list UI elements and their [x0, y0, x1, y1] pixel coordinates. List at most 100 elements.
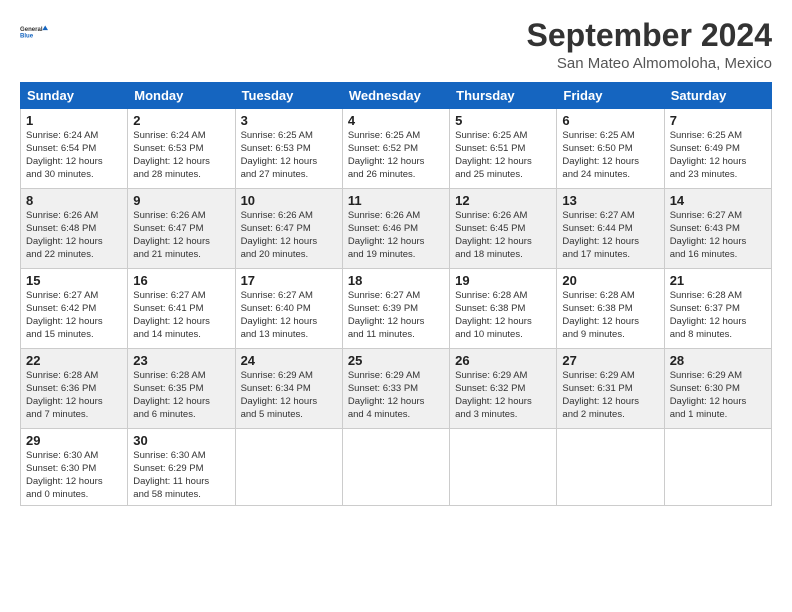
day-number: 22 [26, 353, 122, 368]
cell-content: Sunrise: 6:28 AM Sunset: 6:36 PM Dayligh… [26, 370, 122, 421]
cell-content: Sunrise: 6:27 AM Sunset: 6:41 PM Dayligh… [133, 290, 229, 341]
calendar-cell: 23 Sunrise: 6:28 AM Sunset: 6:35 PM Dayli… [128, 349, 235, 429]
calendar-week-2: 8 Sunrise: 6:26 AM Sunset: 6:48 PM Daylig… [21, 189, 772, 269]
calendar-cell: 8 Sunrise: 6:26 AM Sunset: 6:48 PM Daylig… [21, 189, 128, 269]
calendar-week-3: 15Sunrise: 6:27 AM Sunset: 6:42 PM Dayli… [21, 269, 772, 349]
day-number: 8 [26, 193, 122, 208]
day-number: 10 [241, 193, 337, 208]
header: GeneralBlue September 2024 San Mateo Alm… [20, 18, 772, 72]
calendar-cell: 10 Sunrise: 6:26 AM Sunset: 6:47 PM Dayli… [235, 189, 342, 269]
day-number: 23 [133, 353, 229, 368]
day-number: 30 [133, 433, 229, 448]
day-number: 2 [133, 113, 229, 128]
calendar-cell: 14Sunrise: 6:27 AM Sunset: 6:43 PM Dayli… [664, 189, 771, 269]
column-header-tuesday: Tuesday [235, 83, 342, 109]
cell-content: Sunrise: 6:29 AM Sunset: 6:33 PM Dayligh… [348, 370, 444, 421]
calendar-cell: 9 Sunrise: 6:26 AM Sunset: 6:47 PM Daylig… [128, 189, 235, 269]
calendar-cell: 11 Sunrise: 6:26 AM Sunset: 6:46 PM Dayli… [342, 189, 449, 269]
day-number: 16 [133, 273, 229, 288]
calendar-cell: 5 Sunrise: 6:25 AM Sunset: 6:51 PM Daylig… [450, 109, 557, 189]
page: GeneralBlue September 2024 San Mateo Alm… [0, 0, 792, 516]
calendar-cell: 19 Sunrise: 6:28 AM Sunset: 6:38 PM Dayli… [450, 269, 557, 349]
cell-content: Sunrise: 6:25 AM Sunset: 6:51 PM Dayligh… [455, 130, 551, 181]
cell-content: Sunrise: 6:26 AM Sunset: 6:47 PM Dayligh… [133, 210, 229, 261]
day-number: 29 [26, 433, 122, 448]
calendar-table: SundayMondayTuesdayWednesdayThursdayFrid… [20, 82, 772, 506]
cell-content: Sunrise: 6:29 AM Sunset: 6:30 PM Dayligh… [670, 370, 766, 421]
day-number: 19 [455, 273, 551, 288]
cell-content: Sunrise: 6:25 AM Sunset: 6:49 PM Dayligh… [670, 130, 766, 181]
cell-content: Sunrise: 6:27 AM Sunset: 6:39 PM Dayligh… [348, 290, 444, 341]
calendar-cell: 27Sunrise: 6:29 AM Sunset: 6:31 PM Dayli… [557, 349, 664, 429]
cell-content: Sunrise: 6:30 AM Sunset: 6:30 PM Dayligh… [26, 450, 122, 501]
day-number: 5 [455, 113, 551, 128]
cell-content: Sunrise: 6:28 AM Sunset: 6:38 PM Dayligh… [562, 290, 658, 341]
calendar-cell: 25 Sunrise: 6:29 AM Sunset: 6:33 PM Dayli… [342, 349, 449, 429]
cell-content: Sunrise: 6:25 AM Sunset: 6:53 PM Dayligh… [241, 130, 337, 181]
cell-content: Sunrise: 6:24 AM Sunset: 6:54 PM Dayligh… [26, 130, 122, 181]
subtitle: San Mateo Almomoloha, Mexico [527, 55, 772, 72]
day-number: 18 [348, 273, 444, 288]
calendar-cell: 1Sunrise: 6:24 AM Sunset: 6:54 PM Daylig… [21, 109, 128, 189]
cell-content: Sunrise: 6:27 AM Sunset: 6:44 PM Dayligh… [562, 210, 658, 261]
logo-icon: GeneralBlue [20, 18, 48, 46]
column-header-thursday: Thursday [450, 83, 557, 109]
calendar-cell: 29 Sunrise: 6:30 AM Sunset: 6:30 PM Dayli… [21, 429, 128, 506]
day-number: 26 [455, 353, 551, 368]
calendar-week-5: 29 Sunrise: 6:30 AM Sunset: 6:30 PM Dayli… [21, 429, 772, 506]
calendar-cell: 15Sunrise: 6:27 AM Sunset: 6:42 PM Dayli… [21, 269, 128, 349]
day-number: 13 [562, 193, 658, 208]
calendar-cell: 21Sunrise: 6:28 AM Sunset: 6:37 PM Dayli… [664, 269, 771, 349]
calendar-cell [664, 429, 771, 506]
day-number: 28 [670, 353, 766, 368]
cell-content: Sunrise: 6:26 AM Sunset: 6:47 PM Dayligh… [241, 210, 337, 261]
calendar-cell: 4 Sunrise: 6:25 AM Sunset: 6:52 PM Daylig… [342, 109, 449, 189]
day-number: 27 [562, 353, 658, 368]
cell-content: Sunrise: 6:27 AM Sunset: 6:40 PM Dayligh… [241, 290, 337, 341]
day-number: 11 [348, 193, 444, 208]
day-number: 25 [348, 353, 444, 368]
calendar-cell: 2Sunrise: 6:24 AM Sunset: 6:53 PM Daylig… [128, 109, 235, 189]
column-header-monday: Monday [128, 83, 235, 109]
day-number: 15 [26, 273, 122, 288]
calendar-cell: 6 Sunrise: 6:25 AM Sunset: 6:50 PM Daylig… [557, 109, 664, 189]
title-block: September 2024 San Mateo Almomoloha, Mex… [527, 18, 772, 72]
calendar-cell: 20Sunrise: 6:28 AM Sunset: 6:38 PM Dayli… [557, 269, 664, 349]
logo: GeneralBlue [20, 18, 48, 46]
cell-content: Sunrise: 6:28 AM Sunset: 6:37 PM Dayligh… [670, 290, 766, 341]
calendar-cell: 26Sunrise: 6:29 AM Sunset: 6:32 PM Dayli… [450, 349, 557, 429]
cell-content: Sunrise: 6:25 AM Sunset: 6:50 PM Dayligh… [562, 130, 658, 181]
day-number: 4 [348, 113, 444, 128]
column-header-sunday: Sunday [21, 83, 128, 109]
calendar-cell: 30Sunrise: 6:30 AM Sunset: 6:29 PM Dayli… [128, 429, 235, 506]
calendar-cell: 16 Sunrise: 6:27 AM Sunset: 6:41 PM Dayli… [128, 269, 235, 349]
calendar-cell: 24Sunrise: 6:29 AM Sunset: 6:34 PM Dayli… [235, 349, 342, 429]
month-title: September 2024 [527, 18, 772, 53]
day-number: 12 [455, 193, 551, 208]
calendar-cell: 17 Sunrise: 6:27 AM Sunset: 6:40 PM Dayli… [235, 269, 342, 349]
cell-content: Sunrise: 6:28 AM Sunset: 6:35 PM Dayligh… [133, 370, 229, 421]
cell-content: Sunrise: 6:26 AM Sunset: 6:45 PM Dayligh… [455, 210, 551, 261]
calendar-cell [557, 429, 664, 506]
cell-content: Sunrise: 6:26 AM Sunset: 6:48 PM Dayligh… [26, 210, 122, 261]
column-header-wednesday: Wednesday [342, 83, 449, 109]
calendar-cell [235, 429, 342, 506]
column-header-friday: Friday [557, 83, 664, 109]
cell-content: Sunrise: 6:26 AM Sunset: 6:46 PM Dayligh… [348, 210, 444, 261]
cell-content: Sunrise: 6:29 AM Sunset: 6:34 PM Dayligh… [241, 370, 337, 421]
calendar-cell: 12 Sunrise: 6:26 AM Sunset: 6:45 PM Dayli… [450, 189, 557, 269]
day-number: 9 [133, 193, 229, 208]
cell-content: Sunrise: 6:27 AM Sunset: 6:43 PM Dayligh… [670, 210, 766, 261]
cell-content: Sunrise: 6:28 AM Sunset: 6:38 PM Dayligh… [455, 290, 551, 341]
day-number: 6 [562, 113, 658, 128]
calendar-cell: 7 Sunrise: 6:25 AM Sunset: 6:49 PM Daylig… [664, 109, 771, 189]
day-number: 7 [670, 113, 766, 128]
day-number: 3 [241, 113, 337, 128]
calendar-cell [450, 429, 557, 506]
day-number: 17 [241, 273, 337, 288]
svg-text:Blue: Blue [20, 34, 34, 40]
calendar-body: 1Sunrise: 6:24 AM Sunset: 6:54 PM Daylig… [21, 109, 772, 506]
column-header-saturday: Saturday [664, 83, 771, 109]
cell-content: Sunrise: 6:25 AM Sunset: 6:52 PM Dayligh… [348, 130, 444, 181]
calendar-cell: 13 Sunrise: 6:27 AM Sunset: 6:44 PM Dayli… [557, 189, 664, 269]
